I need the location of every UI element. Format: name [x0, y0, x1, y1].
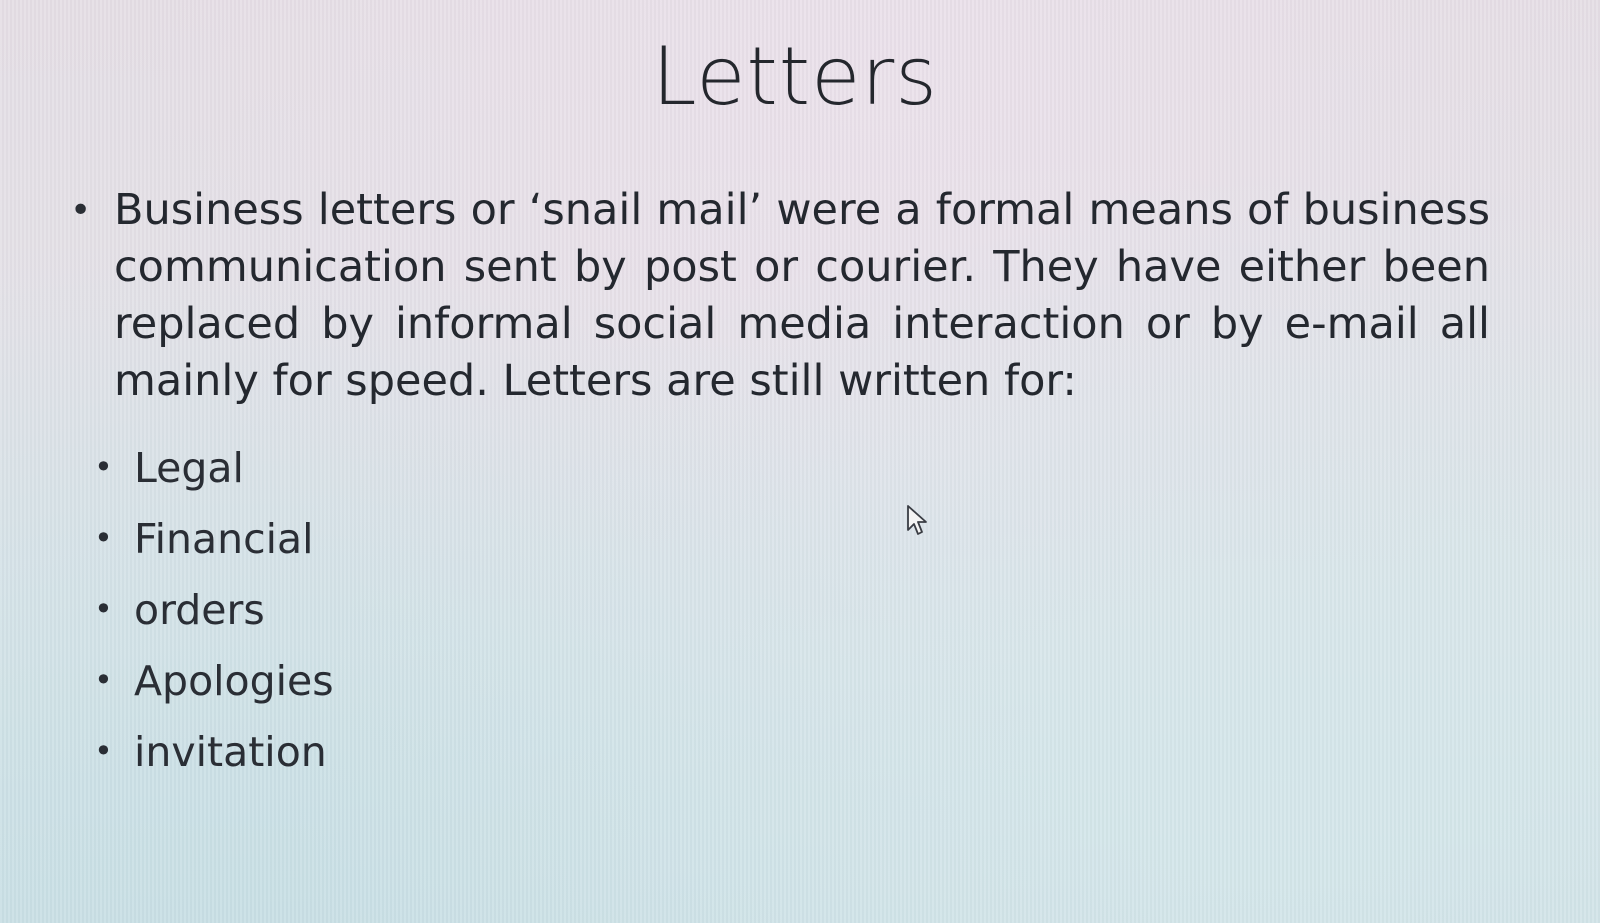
sub-bullet-text: invitation [134, 727, 327, 776]
bullet-marker: • [94, 519, 113, 557]
sub-bullet-item: • orders [94, 574, 334, 645]
sub-bullet-text: Financial [134, 514, 314, 563]
bullet-marker: • [94, 732, 113, 770]
bullet-marker: • [94, 661, 113, 699]
sub-bullet-item: • Apologies [94, 645, 334, 716]
sub-bullet-text: Apologies [134, 656, 334, 705]
sub-bullet-item: • Financial [94, 503, 334, 574]
sub-bullet-text: Legal [134, 443, 244, 492]
bullet-marker: • [94, 448, 113, 486]
bullet-marker: • [94, 590, 113, 628]
slide-title: Letters [652, 30, 938, 123]
bullet-marker: • [70, 190, 92, 231]
sub-bullet-text: orders [134, 585, 265, 634]
sub-bullet-item: • invitation [94, 716, 334, 787]
main-bullet-text: Business letters or ‘snail mail’ were a … [114, 185, 1490, 406]
mouse-pointer-icon [907, 505, 927, 535]
sub-bullet-item: • Legal [94, 432, 334, 503]
sub-bullet-list: • Legal • Financial • orders • Apologies… [94, 432, 334, 787]
presentation-slide: Letters • Business letters or ‘snail mai… [0, 0, 1600, 923]
main-bullet-point: • Business letters or ‘snail mail’ were … [70, 182, 1490, 410]
